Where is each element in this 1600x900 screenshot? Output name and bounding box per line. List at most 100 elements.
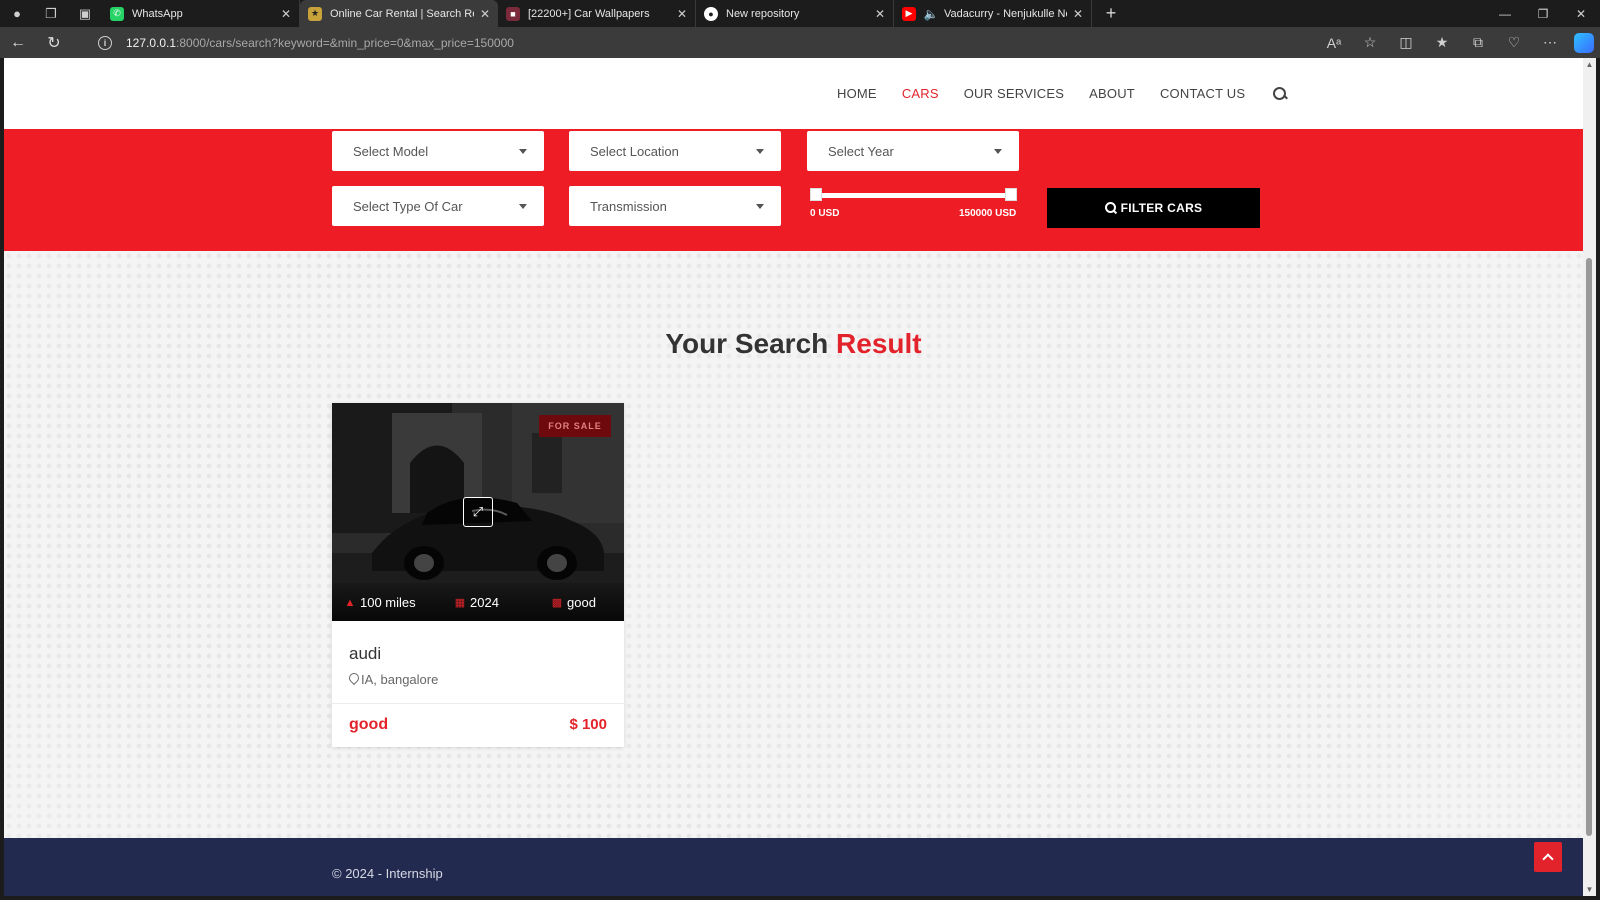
price-range-track[interactable] xyxy=(810,193,1011,198)
close-tab-icon[interactable]: ✕ xyxy=(875,7,885,21)
model-select[interactable]: Select Model xyxy=(332,131,544,171)
close-tab-icon[interactable]: ✕ xyxy=(281,7,291,21)
section-title-highlight: Result xyxy=(836,328,922,359)
browser-tab-github[interactable]: ● New repository ✕ xyxy=(696,0,894,27)
page-viewport: HOME CARS OUR SERVICES ABOUT CONTACT US … xyxy=(4,58,1583,896)
filter-cars-label: FILTER CARS xyxy=(1120,201,1203,215)
youtube-icon: ▶ xyxy=(902,6,916,21)
minimize-icon[interactable]: — xyxy=(1486,0,1524,27)
split-screen-icon[interactable]: ◫ xyxy=(1388,34,1424,51)
nav-contact-us[interactable]: CONTACT US xyxy=(1160,86,1245,101)
car-condition: good xyxy=(349,716,389,733)
location-select[interactable]: Select Location xyxy=(569,131,781,171)
nav-cars[interactable]: CARS xyxy=(902,86,939,101)
browser-essentials-icon[interactable]: ♡ xyxy=(1496,34,1532,51)
speaker-icon[interactable]: 🔈 xyxy=(924,7,939,21)
price-max-handle[interactable] xyxy=(1005,188,1017,201)
car-name[interactable]: audi xyxy=(349,644,381,664)
site-info-icon[interactable]: i xyxy=(98,35,112,50)
page-scrollbar[interactable]: ▲ ▼ xyxy=(1583,58,1596,896)
filter-cars-button[interactable]: FILTER CARS xyxy=(1047,188,1260,228)
profile-icon[interactable]: ● xyxy=(0,0,34,27)
browser-toolbar: Aᵃ ☆ ◫ ★ ⧉ ♡ ⋯ xyxy=(1316,27,1594,58)
wallpaper-site-icon: ■ xyxy=(506,6,520,21)
scroll-down-arrow-icon[interactable]: ▼ xyxy=(1583,885,1596,894)
section-title-main: Your Search xyxy=(665,328,829,359)
price-max-label: 150000 USD xyxy=(959,208,1017,219)
browser-tab-car-rental[interactable]: ★ Online Car Rental | Search Result ✕ xyxy=(300,0,498,27)
map-marker-icon xyxy=(349,673,359,686)
caret-down-icon xyxy=(994,149,1002,154)
location-select-label: Select Location xyxy=(590,143,679,159)
for-sale-badge: FOR SALE xyxy=(539,415,611,437)
mileage-stat: ▲ 100 miles xyxy=(344,595,416,610)
transmission-select[interactable]: Transmission xyxy=(569,186,781,226)
car-photo[interactable]: FOR SALE ⤢ ▲ 100 miles ▦ 2024 ▩ good xyxy=(332,403,624,621)
car-type-select[interactable]: Select Type Of Car xyxy=(332,186,544,226)
copilot-icon[interactable] xyxy=(1574,32,1594,53)
car-location-text: IA, bangalore xyxy=(361,672,439,687)
close-tab-icon[interactable]: ✕ xyxy=(480,7,490,21)
car-condition-icon: ▩ xyxy=(551,597,563,609)
close-tab-icon[interactable]: ✕ xyxy=(677,7,687,21)
nav-about[interactable]: ABOUT xyxy=(1089,86,1135,101)
browser-tab-youtube[interactable]: ▶ 🔈 Vadacurry - Nenjukulle Nee ✕ xyxy=(894,0,1092,27)
expand-icon[interactable]: ⤢ xyxy=(463,497,493,527)
new-tab-button[interactable]: + xyxy=(1098,0,1124,27)
favorites-icon[interactable]: ★ xyxy=(1424,34,1460,51)
back-to-top-button[interactable] xyxy=(1534,842,1562,872)
main-nav: HOME CARS OUR SERVICES ABOUT CONTACT US xyxy=(837,58,1288,129)
copyright-text: © 2024 - Internship xyxy=(332,866,443,881)
favorite-star-icon[interactable]: ☆ xyxy=(1352,34,1388,51)
close-tab-icon[interactable]: ✕ xyxy=(1073,7,1083,21)
site-icon: ★ xyxy=(308,6,322,21)
read-aloud-icon[interactable]: Aᵃ xyxy=(1316,35,1352,51)
restore-icon[interactable]: ❐ xyxy=(1524,0,1562,27)
site-footer: © 2024 - Internship xyxy=(4,838,1583,896)
car-stats: ▲ 100 miles ▦ 2024 ▩ good xyxy=(332,583,624,621)
browser-tab-whatsapp[interactable]: ✆ WhatsApp ✕ xyxy=(102,0,300,27)
tab-title: Online Car Rental | Search Result xyxy=(330,7,474,20)
caret-down-icon xyxy=(519,204,527,209)
browser-tab-wallpapers[interactable]: ■ [22200+] Car Wallpapers ✕ xyxy=(498,0,696,27)
section-title: Your Search Result xyxy=(4,328,1583,360)
condition-stat: ▩ good xyxy=(551,595,596,610)
tab-title: WhatsApp xyxy=(132,7,183,20)
browser-tab-bar: ● ❐ ▣ ✆ WhatsApp ✕ ★ Online Car Rental |… xyxy=(0,0,1600,27)
nav-home[interactable]: HOME xyxy=(837,86,877,101)
whatsapp-icon: ✆ xyxy=(110,6,124,21)
back-icon[interactable]: ← xyxy=(0,27,36,58)
search-icon xyxy=(1104,202,1117,214)
year-select-label: Select Year xyxy=(828,143,894,159)
car-price: $ 100 xyxy=(569,716,607,733)
url-path: :8000/cars/search?keyword=&min_price=0&m… xyxy=(176,35,514,50)
year-select[interactable]: Select Year xyxy=(807,131,1019,171)
close-window-icon[interactable]: ✕ xyxy=(1562,0,1600,27)
price-min-handle[interactable] xyxy=(810,188,822,201)
tab-actions-icon[interactable]: ▣ xyxy=(68,0,102,27)
car-type-select-label: Select Type Of Car xyxy=(353,198,463,214)
collections-icon[interactable]: ⧉ xyxy=(1460,34,1496,51)
car-location: IA, bangalore xyxy=(349,672,438,687)
url-field[interactable]: i 127.0.0.1:8000/cars/search?keyword=&mi… xyxy=(88,30,1308,55)
calendar-icon: ▦ xyxy=(454,597,466,609)
car-card[interactable]: FOR SALE ⤢ ▲ 100 miles ▦ 2024 ▩ good aud… xyxy=(332,403,624,747)
filter-panel xyxy=(4,129,1583,251)
site-header: HOME CARS OUR SERVICES ABOUT CONTACT US xyxy=(4,58,1583,129)
scrollbar-thumb[interactable] xyxy=(1586,258,1592,836)
road-icon: ▲ xyxy=(344,596,356,609)
caret-down-icon xyxy=(756,149,764,154)
year-stat: ▦ 2024 xyxy=(454,595,499,610)
search-icon[interactable] xyxy=(1272,86,1288,102)
card-divider xyxy=(332,703,624,704)
reload-icon[interactable]: ↻ xyxy=(36,27,72,58)
more-options-icon[interactable]: ⋯ xyxy=(1532,34,1568,51)
tab-title: Vadacurry - Nenjukulle Nee xyxy=(944,7,1067,20)
scroll-up-arrow-icon[interactable]: ▲ xyxy=(1583,60,1596,69)
nav-our-services[interactable]: OUR SERVICES xyxy=(964,86,1064,101)
year-value: 2024 xyxy=(470,595,499,610)
price-min-label: 0 USD xyxy=(810,208,840,219)
workspaces-icon[interactable]: ❐ xyxy=(34,0,68,27)
url-host: 127.0.0.1 xyxy=(126,35,177,50)
mileage-value: 100 miles xyxy=(360,595,416,610)
